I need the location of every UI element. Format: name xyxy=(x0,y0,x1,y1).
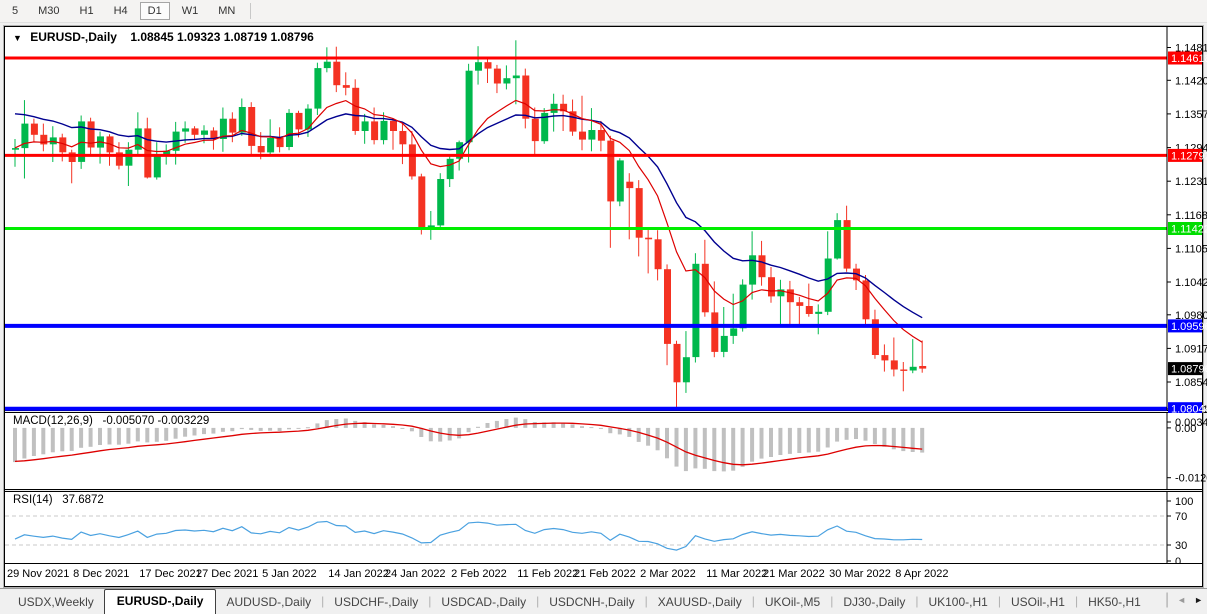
svg-text:1.11050: 1.11050 xyxy=(1175,243,1207,255)
tab-audusd-daily[interactable]: AUDUSD-,Daily xyxy=(216,592,321,614)
svg-text:1.13570: 1.13570 xyxy=(1175,109,1207,121)
timeframe-button-m30[interactable]: M30 xyxy=(30,2,67,20)
chart-window: ▼ EURUSD-,Daily 1.08845 1.09323 1.08719 … xyxy=(4,26,1203,587)
tab-uk100-h1[interactable]: UK100-,H1 xyxy=(918,592,997,614)
svg-text:1.08545: 1.08545 xyxy=(1175,377,1207,389)
tab-ukoil-m5[interactable]: UKOil-,M5 xyxy=(755,592,830,614)
date-axis-label: 27 Dec 2021 xyxy=(196,568,258,580)
svg-text:100: 100 xyxy=(1175,496,1193,508)
date-axis-label: 14 Jan 2022 xyxy=(328,568,389,580)
date-axis-label: 29 Nov 2021 xyxy=(7,568,69,580)
date-axis-label: 8 Apr 2022 xyxy=(895,568,948,580)
macd-panel[interactable]: MACD(12,26,9) -0.005070 -0.003229 0.0034… xyxy=(5,413,1202,489)
timeframe-button-d1[interactable]: D1 xyxy=(140,2,170,20)
timeframe-button-5[interactable]: 5 xyxy=(4,2,26,20)
tab-usdcnh-daily[interactable]: USDCNH-,Daily xyxy=(539,592,644,614)
date-axis-label: 8 Dec 2021 xyxy=(73,568,129,580)
timeframe-button-mn[interactable]: MN xyxy=(210,2,243,20)
chart-ohlc-values: 1.08845 1.09323 1.08719 1.08796 xyxy=(130,30,314,44)
chart-title: ▼ EURUSD-,Daily 1.08845 1.09323 1.08719 … xyxy=(13,30,314,44)
rsi-canvas[interactable]: 10070300 xyxy=(5,492,1202,563)
date-axis-label: 11 Mar 2022 xyxy=(706,568,767,580)
toolbar-separator xyxy=(250,3,251,19)
price-chart-canvas[interactable]: 1.148151.142001.135701.129401.123101.116… xyxy=(5,27,1202,410)
rsi-panel[interactable]: RSI(14) 37.6872 10070300 xyxy=(5,492,1202,564)
tab-scroll-left-button[interactable]: ◄ xyxy=(1177,595,1186,605)
price-chart-panel[interactable]: ▼ EURUSD-,Daily 1.08845 1.09323 1.08719 … xyxy=(5,27,1202,410)
rsi-line xyxy=(15,522,922,551)
tab-dj30-daily[interactable]: DJ30-,Daily xyxy=(833,592,915,614)
svg-text:0.00: 0.00 xyxy=(1175,423,1196,435)
svg-text:-0.012058: -0.012058 xyxy=(1175,473,1207,485)
svg-text:1.11680: 1.11680 xyxy=(1175,210,1207,222)
tab-usdx-weekly[interactable]: USDX,Weekly xyxy=(8,592,104,614)
chart-symbol-label: EURUSD-,Daily xyxy=(30,30,117,44)
date-axis-label: 21 Feb 2022 xyxy=(574,568,636,580)
chart-tab-bar: USDX,WeeklyEURUSD-,DailyAUDUSD-,Daily|US… xyxy=(0,588,1207,614)
timeframe-toolbar: 5M30 H1H4D1W1MN xyxy=(0,0,1207,23)
svg-text:70: 70 xyxy=(1175,511,1187,523)
svg-text:1.09175: 1.09175 xyxy=(1175,343,1207,355)
tab-usdcad-daily[interactable]: USDCAD-,Daily xyxy=(431,592,536,614)
macd-values: -0.005070 -0.003229 xyxy=(103,415,210,427)
svg-text:1.10420: 1.10420 xyxy=(1175,277,1207,289)
tab-hk50-h1[interactable]: HK50-,H1 xyxy=(1078,592,1151,614)
rsi-label: RSI(14) 37.6872 xyxy=(13,494,104,506)
date-axis-label: 30 Mar 2022 xyxy=(829,568,891,580)
tab-usdchf-daily[interactable]: USDCHF-,Daily xyxy=(324,592,428,614)
timeframe-button-h4[interactable]: H4 xyxy=(106,2,136,20)
svg-text:1.14618: 1.14618 xyxy=(1171,53,1207,65)
timeframe-button-w1[interactable]: W1 xyxy=(174,2,207,20)
svg-text:1.12792: 1.12792 xyxy=(1171,150,1207,162)
candles-layer xyxy=(12,40,926,408)
date-axis-label: 11 Feb 2022 xyxy=(517,568,578,580)
svg-text:1.11422: 1.11422 xyxy=(1171,224,1207,236)
svg-text:1.14200: 1.14200 xyxy=(1175,75,1207,87)
date-axis-label: 21 Mar 2022 xyxy=(763,568,825,580)
timeframe-button-h1[interactable]: H1 xyxy=(72,2,102,20)
tab-usoil-h1[interactable]: USOil-,H1 xyxy=(1001,592,1075,614)
date-axis-label: 17 Dec 2021 xyxy=(139,568,201,580)
collapse-icon[interactable]: ▼ xyxy=(13,33,22,43)
date-axis-label: 2 Feb 2022 xyxy=(451,568,507,580)
tab-eurusd-daily[interactable]: EURUSD-,Daily xyxy=(104,589,217,614)
date-axis[interactable]: 29 Nov 2021 8 Dec 2021 17 Dec 202127 Dec 2… xyxy=(5,564,1202,586)
macd-label: MACD(12,26,9) -0.005070 -0.003229 xyxy=(13,415,209,427)
date-axis-label: 5 Jan 2022 xyxy=(262,568,316,580)
date-axis-label: 2 Mar 2022 xyxy=(640,568,696,580)
svg-text:1.12310: 1.12310 xyxy=(1175,176,1207,188)
tab-scroll-right-button[interactable]: ► xyxy=(1194,595,1203,605)
date-axis-label: 24 Jan 2022 xyxy=(385,568,446,580)
svg-text:1.08796: 1.08796 xyxy=(1171,364,1207,376)
svg-text:1.09596: 1.09596 xyxy=(1171,321,1207,333)
svg-text:30: 30 xyxy=(1175,540,1187,552)
tab-xauusd-daily[interactable]: XAUUSD-,Daily xyxy=(648,592,752,614)
rsi-value: 37.6872 xyxy=(62,494,104,506)
